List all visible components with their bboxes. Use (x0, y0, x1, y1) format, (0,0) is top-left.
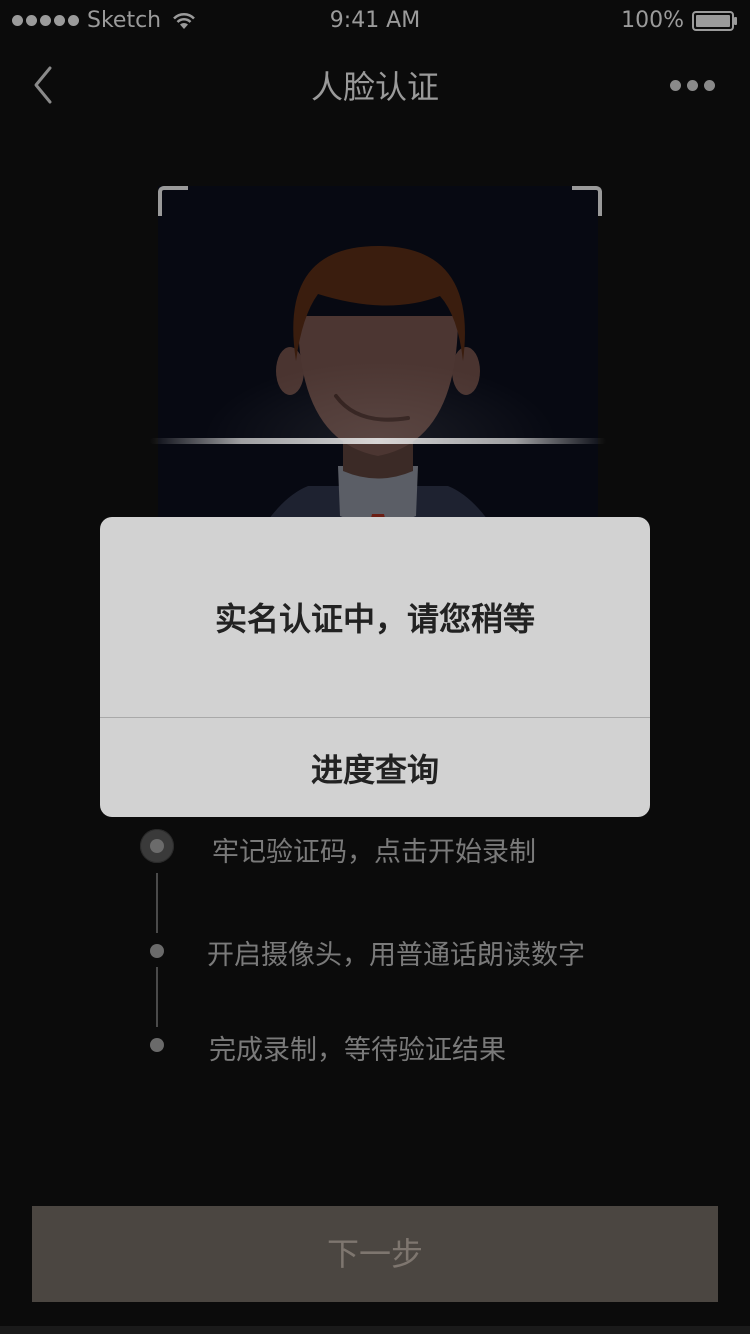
dialog-message: 实名认证中，请您稍等 (214, 600, 535, 638)
verification-dialog: 实名认证中，请您稍等 进度查询 (100, 517, 650, 817)
page-title: 人脸认证 (310, 68, 439, 106)
status-bar: Sketch 9:41 AM 100% (0, 0, 750, 42)
nav-bar: 人脸认证 (0, 42, 750, 128)
step-indicator (150, 944, 164, 958)
frame-corner-top-right (572, 186, 602, 216)
step-indicator-active (140, 829, 174, 863)
step-indicator (150, 1038, 164, 1052)
status-right: 100% (621, 8, 738, 33)
battery-icon (692, 10, 737, 31)
step-text-1: 牢记验证码，点击开始录制 (212, 837, 536, 868)
step-connector (156, 873, 158, 933)
frame-corner-top-left (158, 186, 188, 216)
progress-query-button[interactable]: 进度查询 (100, 718, 650, 817)
bottom-strip (0, 1326, 750, 1334)
step-text-2: 开启摄像头，用普通话朗读数字 (207, 940, 585, 971)
battery-percent: 100% (621, 8, 684, 33)
step-connector (156, 967, 158, 1027)
step-text-3: 完成录制，等待验证结果 (209, 1035, 506, 1066)
scan-line (150, 438, 606, 444)
next-step-button[interactable]: 下一步 (32, 1206, 718, 1302)
more-dots-icon[interactable] (670, 70, 720, 100)
face-verification-screen: Sketch 9:41 AM 100% 人脸认证 牢记验证码，点击开始录制 开启… (0, 0, 750, 1334)
scan-glow (200, 360, 560, 440)
